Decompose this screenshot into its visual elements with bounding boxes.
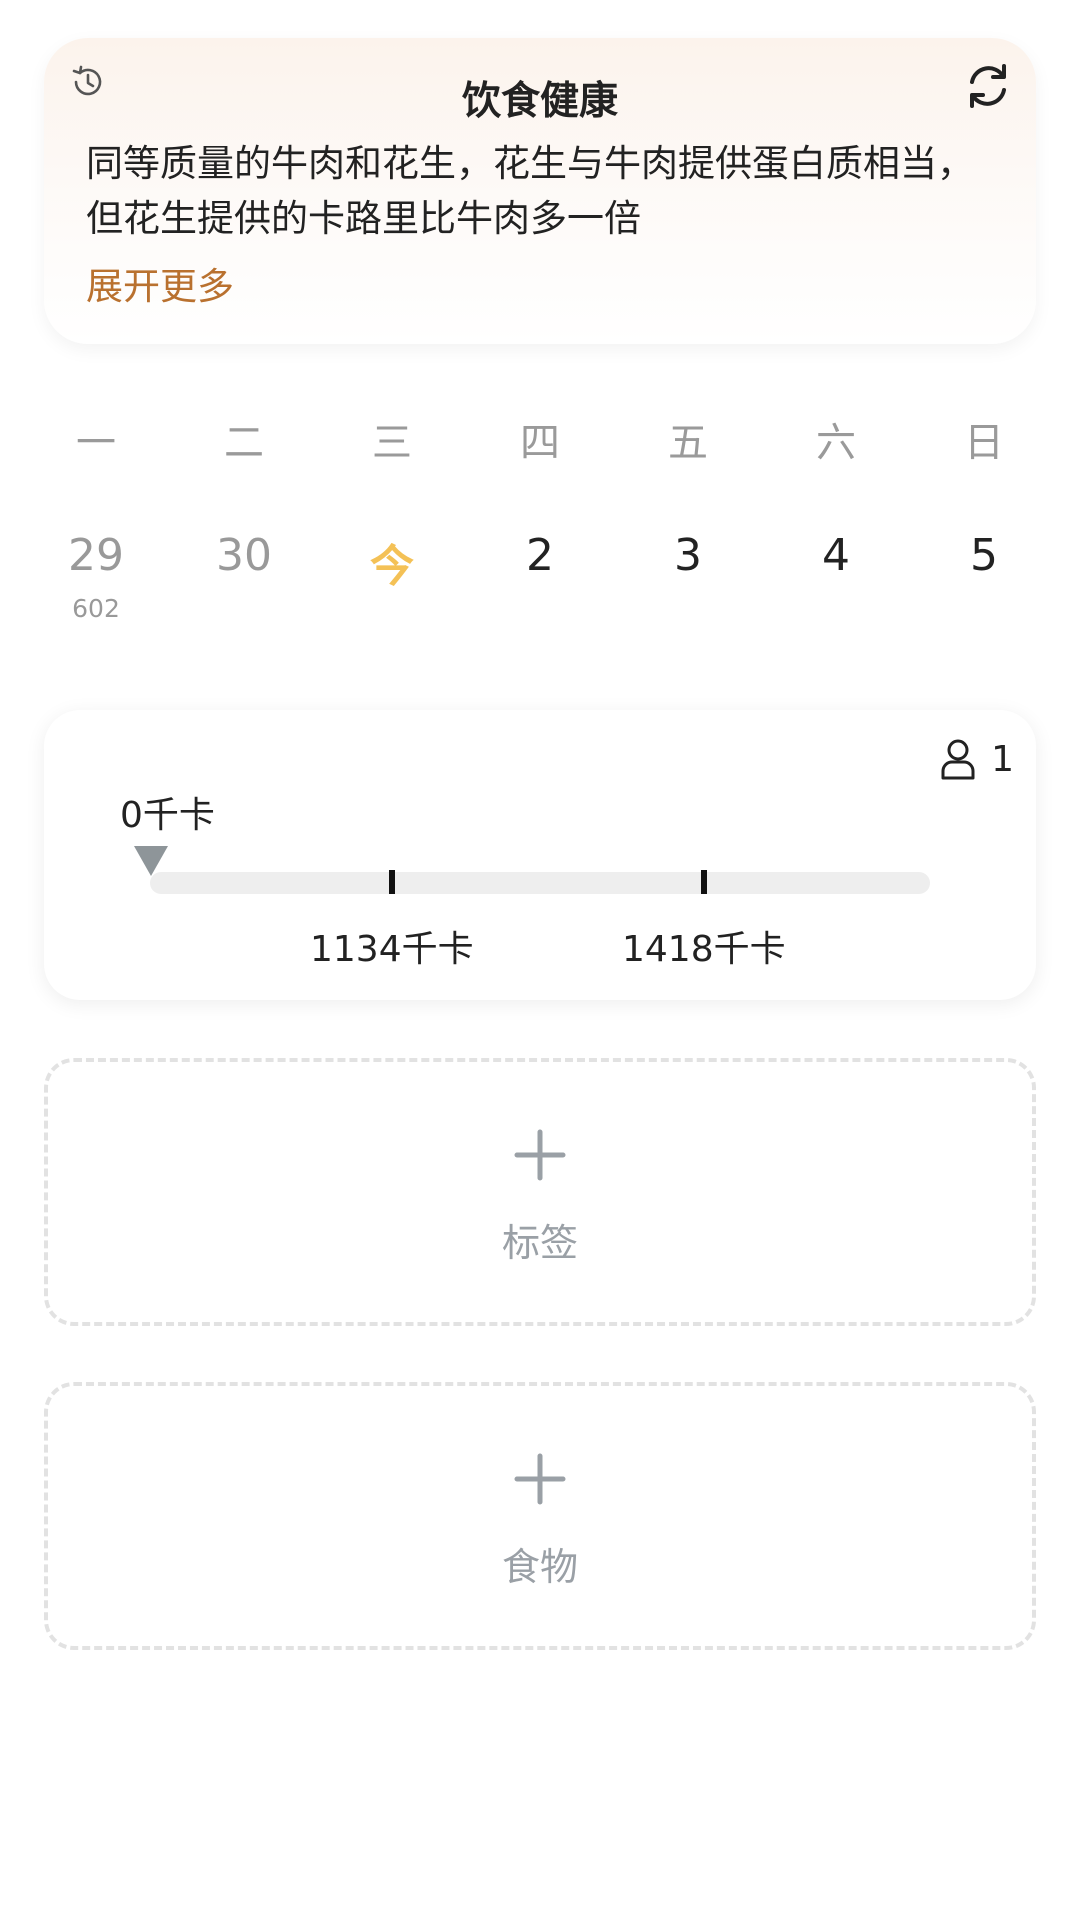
date-cell[interactable]: 30 [170, 530, 318, 581]
date-cell[interactable]: 29 [22, 530, 170, 581]
date-cell-calories: 602 [72, 594, 120, 623]
date-cell[interactable]: 4 [762, 530, 910, 581]
add-food-button[interactable]: 食物 [44, 1382, 1036, 1650]
weekday-label: 二 [224, 420, 264, 466]
plus-icon [514, 1129, 566, 1181]
date-cell-today[interactable]: 今 [318, 530, 466, 594]
person-selector[interactable]: 1 [939, 738, 1014, 780]
calorie-tick [700, 870, 707, 894]
date-cell[interactable]: 5 [910, 530, 1058, 581]
weekday-label: 日 [964, 420, 1004, 466]
current-calories: 0千卡 [120, 795, 215, 836]
add-tag-label: 标签 [501, 1221, 578, 1265]
calorie-tick-label: 1134千卡 [309, 929, 474, 970]
add-food-label: 食物 [501, 1545, 578, 1589]
calorie-progress-bar [150, 872, 930, 894]
expand-more-link[interactable]: 展开更多 [86, 256, 234, 310]
calorie-tick-label: 1418千卡 [621, 929, 786, 970]
tip-card: 饮食健康 同等质量的牛肉和花生，花生与牛肉提供蛋白质相当，但花生提供的卡路里比牛… [44, 38, 1036, 344]
plus-icon [514, 1453, 566, 1505]
date-cell[interactable]: 3 [614, 530, 762, 581]
refresh-icon[interactable] [960, 58, 1016, 114]
weekday-label: 一 [76, 420, 116, 466]
calorie-pointer [134, 846, 168, 876]
add-tag-button[interactable]: 标签 [44, 1058, 1036, 1326]
weekday-label: 六 [816, 420, 856, 466]
weekday-label: 四 [520, 420, 560, 466]
calorie-card: 1 0千卡 1134千卡 1418千卡 [44, 710, 1036, 1000]
person-count: 1 [991, 738, 1014, 780]
calorie-tick [388, 870, 395, 894]
date-cell[interactable]: 2 [466, 530, 614, 581]
weekday-label: 五 [668, 420, 708, 466]
tip-title: 饮食健康 [461, 79, 618, 124]
weekday-label: 三 [372, 420, 412, 466]
tip-text: 同等质量的牛肉和花生，花生与牛肉提供蛋白质相当，但花生提供的卡路里比牛肉多一倍 [86, 142, 974, 240]
person-icon [941, 739, 975, 780]
